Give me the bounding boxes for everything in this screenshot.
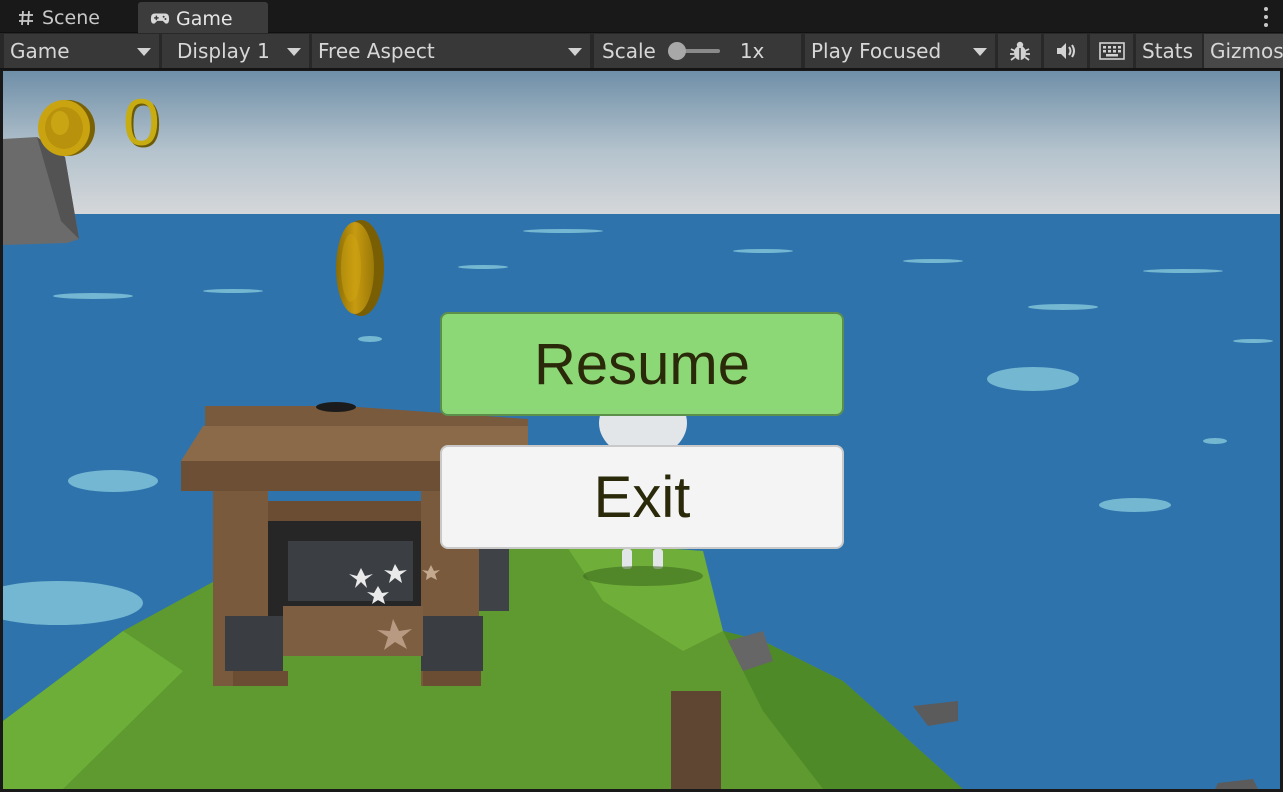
display-dropdown[interactable]: Display 1 <box>162 34 309 68</box>
display-value: Display 1 <box>177 39 270 63</box>
aspect-dropdown[interactable]: Free Aspect <box>312 34 590 68</box>
tab-game-label: Game <box>176 7 233 30</box>
gamepad-icon <box>150 9 170 29</box>
exit-button[interactable]: Exit <box>440 445 844 549</box>
tab-scene-label: Scene <box>42 6 100 29</box>
tab-scene[interactable]: Scene <box>4 2 136 33</box>
gizmos-label: Gizmos <box>1210 39 1283 63</box>
keyboard-icon[interactable] <box>1090 34 1133 68</box>
tab-game[interactable]: Game <box>138 2 268 33</box>
exit-label: Exit <box>593 464 691 530</box>
scale-slider-handle[interactable] <box>667 42 686 60</box>
scale-label: Scale <box>602 39 656 63</box>
view-mode-dropdown[interactable]: Game <box>4 34 159 68</box>
game-view-toolbar: Game Display 1 Free Aspect Scale 1x Play… <box>0 33 1283 70</box>
game-scene <box>3 71 1280 789</box>
bug-icon[interactable] <box>998 34 1041 68</box>
scale-value: 1x <box>739 39 765 63</box>
scale-slider[interactable] <box>667 42 720 60</box>
window-tab-bar: Scene Game <box>0 0 1283 33</box>
more-options-icon[interactable] <box>1263 7 1269 27</box>
hash-icon <box>16 8 36 28</box>
resume-label: Resume <box>534 331 750 397</box>
audio-icon[interactable] <box>1044 34 1087 68</box>
resume-button[interactable]: Resume <box>440 312 844 416</box>
scale-control: Scale 1x <box>594 34 801 68</box>
play-mode-dropdown[interactable]: Play Focused <box>805 34 995 68</box>
game-viewport[interactable]: 0 Resume Exit <box>3 71 1280 789</box>
aspect-value: Free Aspect <box>318 39 435 63</box>
view-mode-value: Game <box>10 39 70 63</box>
play-mode-value: Play Focused <box>811 39 942 63</box>
stats-toggle[interactable]: Stats <box>1136 34 1202 68</box>
sky <box>3 71 1280 217</box>
floating-coin <box>336 220 384 316</box>
stats-label: Stats <box>1142 39 1194 63</box>
coin-counter: 0 <box>123 85 160 159</box>
gizmos-toggle[interactable]: Gizmos <box>1204 34 1283 68</box>
coin-icon <box>36 99 96 157</box>
